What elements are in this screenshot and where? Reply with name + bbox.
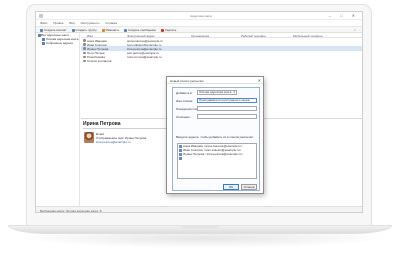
delete-icon <box>160 28 164 32</box>
window-titlebar: Адресная книга – □ ✕ <box>36 12 362 20</box>
toolbar: Создать контакт Создать группу Изменить … <box>36 26 362 33</box>
dialog-body: Добавить в: Личная адресная книга ▾ Имя … <box>172 87 260 191</box>
new-contact-icon <box>40 28 43 32</box>
address-book-icon <box>39 14 43 18</box>
edit-icon <box>101 28 105 32</box>
search-icon[interactable]: ⌕ <box>354 28 360 32</box>
status-bar: Выбранная книга: Личная адресная книга: … <box>36 206 362 213</box>
contact-icon <box>83 39 86 42</box>
description-label: Описание: <box>176 115 191 119</box>
window-title: Адресная книга <box>190 14 212 18</box>
list-nickname-input[interactable] <box>197 106 257 111</box>
table-row[interactable]: Список контактов <box>81 59 362 63</box>
new-list-icon <box>71 28 75 32</box>
members-hint: Введите адреса, чтобы добавить их в спис… <box>176 135 254 139</box>
add-to-label: Добавить в: <box>176 91 193 95</box>
contact-email-link[interactable]: irina.petrova@example.ru <box>96 140 130 144</box>
members-list[interactable]: Анна Иванова <anna.ivanova@example.ru> И… <box>177 143 257 179</box>
address-book-icon <box>42 42 45 45</box>
status-text: Выбранная книга: Личная адресная книга: … <box>40 209 102 213</box>
cancel-button[interactable]: Отмена <box>241 184 257 190</box>
list-name-input[interactable]: Преподаватели иностранного языка <box>197 98 257 103</box>
write-icon <box>124 28 128 32</box>
list-name-label: Имя списка: <box>176 99 193 103</box>
mailing-list-icon <box>83 59 86 63</box>
contact-icon <box>83 51 86 55</box>
chevron-down-icon: ▾ <box>233 90 235 94</box>
member-entry-empty[interactable] <box>178 156 256 160</box>
close-icon[interactable]: ✕ <box>258 78 261 83</box>
window-controls[interactable]: – □ ✕ <box>329 13 359 18</box>
dialog-title: Новый список рассылки <box>170 79 204 83</box>
ok-button[interactable]: OK <box>223 184 239 190</box>
avatar <box>84 132 94 143</box>
contact-icon <box>83 43 86 46</box>
sidebar-item-collected[interactable]: Собранные адреса <box>36 41 79 45</box>
description-input[interactable] <box>197 114 257 119</box>
contact-icon <box>83 47 86 50</box>
laptop-screen: Адресная книга – □ ✕ Файл Правка Вид Инс… <box>35 11 363 213</box>
new-mailing-list-dialog: Новый список рассылки ✕ Добавить в: Личн… <box>166 76 264 194</box>
laptop-notch <box>180 225 220 228</box>
contact-icon <box>83 55 86 59</box>
address-books-sidebar: Все адресные книги Личная адресная книга… <box>36 33 80 206</box>
contact-name-heading: Ирина Петрова <box>83 121 121 127</box>
add-to-select[interactable]: Личная адресная книга ▾ <box>197 90 237 95</box>
dialog-titlebar: Новый список рассылки ✕ <box>167 77 263 84</box>
contact-icon <box>179 157 182 160</box>
